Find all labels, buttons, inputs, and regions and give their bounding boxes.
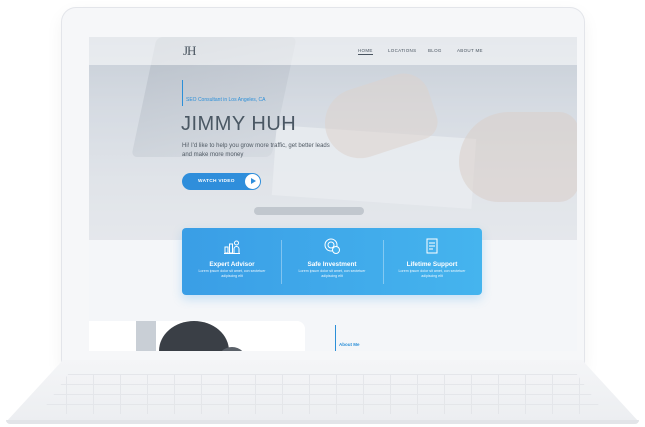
hero-title: JIMMY HUH xyxy=(181,113,297,135)
feature-description: Lorem ipsum dolor sit amet, con sectetue… xyxy=(198,269,266,278)
feature-description: Lorem ipsum dolor sit amet, con sectetue… xyxy=(298,269,366,278)
feature-title: Expert Advisor xyxy=(209,261,255,268)
hero-subtitle: Hi! I'd like to help you grow more traff… xyxy=(182,143,330,158)
about-photo xyxy=(89,321,305,351)
nav-blog[interactable]: BLOG xyxy=(428,48,442,53)
hero-section: JH HOME LOCATIONS BLOG ABOUT ME SEO Cons… xyxy=(89,37,577,240)
play-icon xyxy=(245,174,260,189)
watch-video-label: WATCH VIDEO xyxy=(198,179,235,184)
hero-eyebrow: SEO Consultant in Los Angeles, CA xyxy=(186,97,266,103)
eyebrow-accent-bar xyxy=(182,80,183,106)
laptop-base-lip xyxy=(6,420,639,424)
feature-item: Expert Advisor Lorem ipsum dolor sit ame… xyxy=(182,228,282,295)
hero-overlay xyxy=(89,37,577,240)
feature-item: Lifetime Support Lorem ipsum dolor sit a… xyxy=(382,228,482,295)
feature-description: Lorem ipsum dolor sit amet, con sectetue… xyxy=(398,269,466,278)
features-card: Expert Advisor Lorem ipsum dolor sit ame… xyxy=(182,228,482,295)
bar-chart-person-icon xyxy=(224,240,240,254)
nav-locations[interactable]: LOCATIONS xyxy=(388,48,416,53)
top-nav: JH HOME LOCATIONS BLOG ABOUT ME xyxy=(89,37,577,65)
nav-home[interactable]: HOME xyxy=(358,48,373,55)
about-photo-person xyxy=(159,321,229,351)
safe-coins-icon xyxy=(324,238,340,254)
feature-title: Safe Investment xyxy=(307,261,357,268)
about-photo-background xyxy=(136,321,156,351)
laptop-screen: JH HOME LOCATIONS BLOG ABOUT ME SEO Cons… xyxy=(89,37,577,351)
feature-title: Lifetime Support xyxy=(406,261,458,268)
document-support-icon xyxy=(426,238,438,254)
about-me-heading: About Me xyxy=(339,342,360,347)
laptop-keyboard xyxy=(40,374,605,414)
site-logo[interactable]: JH xyxy=(183,43,196,59)
watch-video-button[interactable]: WATCH VIDEO xyxy=(182,173,261,190)
about-accent-bar xyxy=(335,325,336,351)
nav-about-me[interactable]: ABOUT ME xyxy=(457,48,483,53)
feature-item: Safe Investment Lorem ipsum dolor sit am… xyxy=(282,228,382,295)
